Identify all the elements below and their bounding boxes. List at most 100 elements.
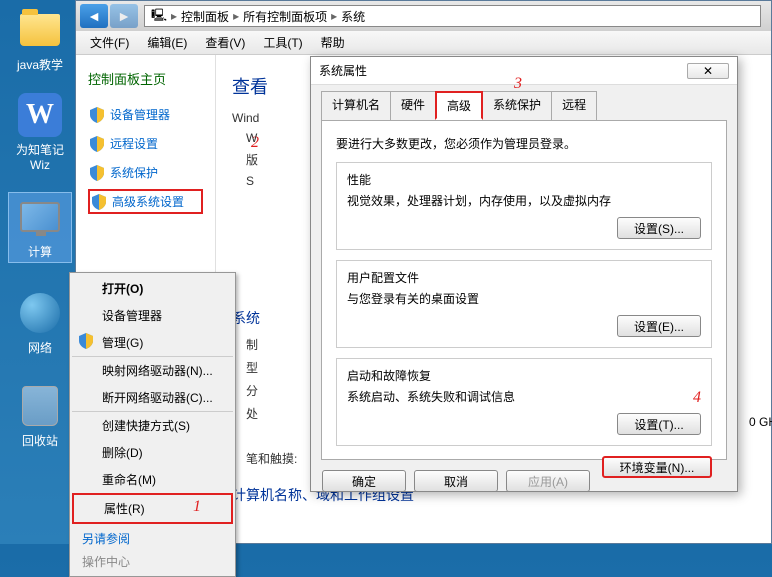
env-variables-button[interactable]: 环境变量(N)... xyxy=(602,456,712,478)
menu-file[interactable]: 文件(F) xyxy=(82,32,137,53)
network-icon xyxy=(20,293,60,333)
sidebar-label: 远程设置 xyxy=(110,135,158,152)
cm-label: 设备管理器 xyxy=(102,309,162,323)
cm-open[interactable]: 打开(O) xyxy=(72,275,233,302)
wiz-icon: W xyxy=(18,93,62,137)
menu-edit[interactable]: 编辑(E) xyxy=(139,32,195,53)
dialog-close-button[interactable]: ✕ xyxy=(687,63,729,79)
nav-back-button[interactable]: ◄ xyxy=(80,4,108,28)
content-label: 笔和触摸: xyxy=(246,452,297,466)
system-properties-dialog: 系统属性 ✕ 计算机名 硬件 高级 系统保护 远程 3 要进行大多数更改，您必须… xyxy=(310,56,738,492)
desktop-label: 为知笔记 xyxy=(16,141,64,158)
nav-forward-button[interactable]: ► xyxy=(110,4,138,28)
cm-label: 映射网络驱动器(N)... xyxy=(102,364,213,378)
menubar: 文件(F) 编辑(E) 查看(V) 工具(T) 帮助 xyxy=(76,31,771,55)
sidebar-title: 控制面板主页 xyxy=(88,69,203,88)
fieldset-legend: 性能 xyxy=(347,171,701,188)
titlebar: ◄ ► 🖳 ▸ 控制面板 ▸ 所有控制面板项 ▸ 系统 xyxy=(76,1,771,31)
fieldset-desc: 与您登录有关的桌面设置 xyxy=(347,290,701,307)
sidebar-item-protection[interactable]: 系统保护 xyxy=(88,160,203,185)
tab-remote[interactable]: 远程 xyxy=(551,91,597,120)
breadcrumb-item[interactable]: 控制面板 xyxy=(181,8,229,25)
desktop-icon-network[interactable]: 网络 xyxy=(8,291,72,356)
cm-map-drive[interactable]: 映射网络驱动器(N)... xyxy=(72,356,233,384)
cm-label: 断开网络驱动器(C)... xyxy=(102,391,213,405)
dialog-title-text: 系统属性 xyxy=(319,62,367,79)
fieldset-desc: 视觉效果，处理器计划，内存使用，以及虚拟内存 xyxy=(347,192,701,209)
fieldset-legend: 用户配置文件 xyxy=(347,269,701,286)
fieldset-startup: 启动和故障恢复 系统启动、系统失败和调试信息 设置(T)... xyxy=(336,358,712,446)
cm-rename[interactable]: 重命名(M) xyxy=(72,466,233,493)
shield-icon xyxy=(90,165,104,181)
cm-label: 创建快捷方式(S) xyxy=(102,419,190,433)
sidebar-item-advanced[interactable]: 高级系统设置 xyxy=(88,189,203,214)
desktop-icon-recycle[interactable]: 回收站 xyxy=(8,384,72,449)
breadcrumb-item[interactable]: 系统 xyxy=(341,8,365,25)
sidebar-item-remote[interactable]: 远程设置 xyxy=(88,131,203,156)
cm-device-manager[interactable]: 设备管理器 xyxy=(72,302,233,329)
tab-protection[interactable]: 系统保护 xyxy=(482,91,552,120)
settings-button-profiles[interactable]: 设置(E)... xyxy=(617,315,701,337)
settings-button-performance[interactable]: 设置(S)... xyxy=(617,217,701,239)
desktop-sublabel: Wiz xyxy=(30,158,50,172)
tabstrip: 计算机名 硬件 高级 系统保护 远程 3 xyxy=(311,85,737,120)
fieldset-legend: 启动和故障恢复 xyxy=(347,367,701,384)
cm-manage[interactable]: 管理(G) xyxy=(72,329,233,356)
address-bar[interactable]: 🖳 ▸ 控制面板 ▸ 所有控制面板项 ▸ 系统 xyxy=(144,5,761,27)
cm-label: 属性(R) xyxy=(104,502,145,516)
menu-help[interactable]: 帮助 xyxy=(313,32,353,53)
cm-label: 重命名(M) xyxy=(102,473,156,487)
related-item[interactable]: 操作中心 xyxy=(72,549,233,574)
cm-label: 打开(O) xyxy=(102,282,143,296)
menu-view[interactable]: 查看(V) xyxy=(197,32,253,53)
desktop-icon-computer[interactable]: 计算 xyxy=(8,192,72,263)
cm-properties[interactable]: 属性(R) 1 xyxy=(72,493,233,524)
cm-label: 删除(D) xyxy=(102,446,143,460)
cm-delete[interactable]: 删除(D) xyxy=(72,439,233,466)
cm-disconnect-drive[interactable]: 断开网络驱动器(C)... xyxy=(72,384,233,411)
desktop: java教学 W 为知笔记 Wiz 计算 网络 回收站 xyxy=(0,0,80,544)
dialog-body: 要进行大多数更改，您必须作为管理员登录。 性能 视觉效果，处理器计划，内存使用，… xyxy=(321,120,727,460)
cm-shortcut[interactable]: 创建快捷方式(S) xyxy=(72,411,233,439)
sidebar-label: 系统保护 xyxy=(110,164,158,181)
annotation-4: 4 xyxy=(693,389,701,407)
content-value: 0 GH xyxy=(749,415,772,429)
breadcrumb-sep: ▸ xyxy=(233,9,239,23)
fieldset-desc: 系统启动、系统失败和调试信息 xyxy=(347,388,701,405)
desktop-label: java教学 xyxy=(17,56,63,73)
monitor-small-icon: 🖳 xyxy=(151,6,167,27)
breadcrumb-sep: ▸ xyxy=(331,9,337,23)
shield-icon xyxy=(90,136,104,152)
annotation-3: 3 xyxy=(514,75,522,93)
desktop-icon-wiz[interactable]: W 为知笔记 Wiz xyxy=(8,93,72,172)
breadcrumb-sep: ▸ xyxy=(171,9,177,23)
desktop-icon-folder[interactable]: java教学 xyxy=(8,8,72,73)
related-label: 另请参阅 xyxy=(72,524,233,549)
tab-advanced[interactable]: 高级 xyxy=(435,91,483,120)
cm-label: 管理(G) xyxy=(102,336,143,350)
close-icon: ✕ xyxy=(703,64,713,78)
tab-hardware[interactable]: 硬件 xyxy=(390,91,436,120)
tab-computer-name[interactable]: 计算机名 xyxy=(321,91,391,120)
desktop-label: 网络 xyxy=(28,339,52,356)
sidebar-label: 设备管理器 xyxy=(110,106,170,123)
shield-icon xyxy=(90,107,104,123)
dialog-note: 要进行大多数更改，您必须作为管理员登录。 xyxy=(336,135,712,152)
sidebar-item-device-manager[interactable]: 设备管理器 xyxy=(88,102,203,127)
dialog-titlebar: 系统属性 ✕ xyxy=(311,57,737,85)
context-menu: 打开(O) 设备管理器 管理(G) 映射网络驱动器(N)... 断开网络驱动器(… xyxy=(69,272,236,577)
settings-button-startup[interactable]: 设置(T)... xyxy=(617,413,701,435)
computer-icon xyxy=(20,202,60,232)
sidebar-label: 高级系统设置 xyxy=(112,193,184,210)
breadcrumb-item[interactable]: 所有控制面板项 xyxy=(243,8,327,25)
desktop-label: 计算 xyxy=(28,243,52,260)
fieldset-profiles: 用户配置文件 与您登录有关的桌面设置 设置(E)... xyxy=(336,260,712,348)
menu-tools[interactable]: 工具(T) xyxy=(255,32,310,53)
recycle-bin-icon xyxy=(22,386,58,426)
shield-icon xyxy=(78,333,94,349)
annotation-1: 1 xyxy=(193,498,201,516)
desktop-label: 回收站 xyxy=(22,432,58,449)
fieldset-performance: 性能 视觉效果，处理器计划，内存使用，以及虚拟内存 设置(S)... xyxy=(336,162,712,250)
folder-icon xyxy=(20,14,60,46)
shield-icon xyxy=(92,194,106,210)
